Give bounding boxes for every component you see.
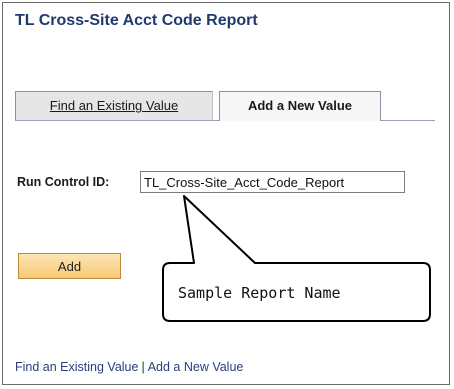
callout-text: Sample Report Name xyxy=(178,284,341,302)
footer-separator: | xyxy=(141,360,145,374)
footer-links: Find an Existing Value | Add a New Value xyxy=(15,360,243,374)
footer-link-add-new[interactable]: Add a New Value xyxy=(148,360,244,374)
footer-link-find-existing[interactable]: Find an Existing Value xyxy=(15,360,138,374)
callout-outline xyxy=(162,195,431,322)
callout-bubble xyxy=(162,195,431,322)
